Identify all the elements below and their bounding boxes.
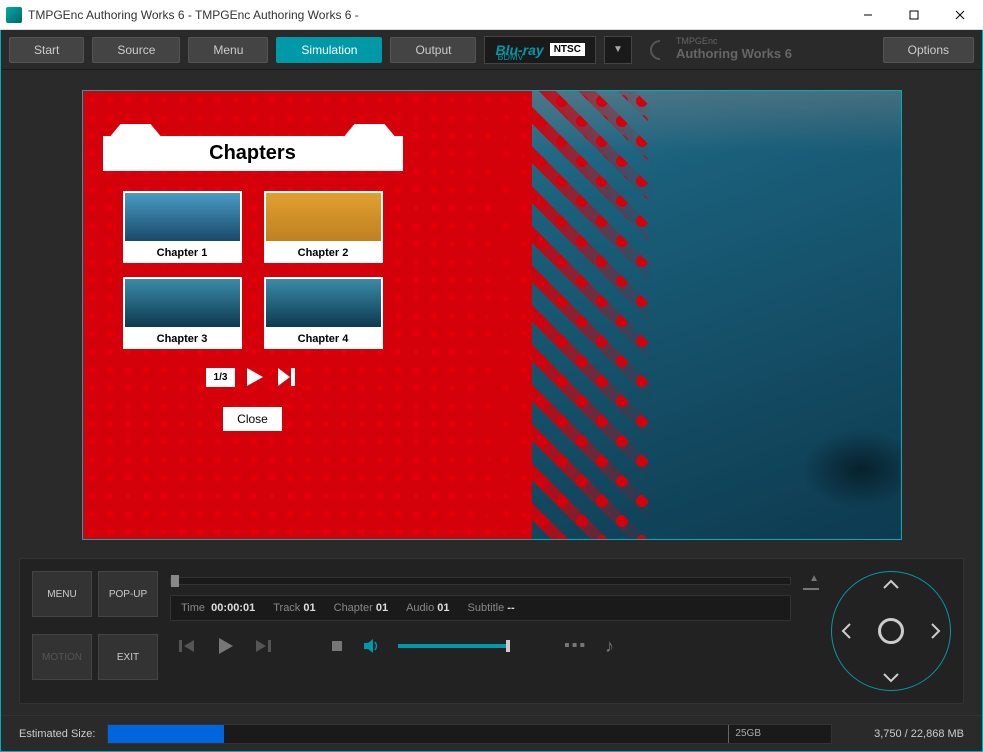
eject-area: ▲	[803, 571, 819, 691]
titlebar: TMPGEnc Authoring Works 6 - TMPGEnc Auth…	[0, 0, 983, 30]
menu-close-button[interactable]: Close	[223, 407, 282, 431]
app-icon	[6, 7, 22, 23]
simulation-button[interactable]: Simulation	[276, 37, 382, 63]
options-button[interactable]: Options	[883, 37, 974, 63]
subtitle-button[interactable]: ▪▪▪	[564, 637, 587, 655]
close-button[interactable]	[937, 0, 983, 30]
main-toolbar: Start Source Menu Simulation Output Blu-…	[1, 30, 982, 70]
seek-bar[interactable]	[170, 577, 791, 585]
chapter-thumb	[123, 277, 242, 329]
size-progress-bar: 25GB	[107, 724, 832, 744]
navigation-dpad	[831, 571, 951, 691]
next-chapter-button[interactable]	[254, 636, 274, 656]
output-button[interactable]: Output	[390, 37, 476, 63]
popup-menu-button[interactable]: POP-UP	[98, 571, 158, 617]
audio-value: 01	[437, 602, 449, 614]
format-indicator: Blu-ray NTSC BDMV	[484, 36, 595, 64]
time-value: 00:00:01	[211, 602, 255, 614]
volume-slider[interactable]	[398, 644, 508, 648]
chapter-thumb	[123, 191, 242, 243]
disc-menu-overlay: Chapters Chapter 1 Chapter 2 Chapter 3	[103, 136, 403, 431]
track-value: 01	[303, 602, 315, 614]
prev-chapter-button[interactable]	[176, 636, 196, 656]
size-text: 3,750 / 22,868 MB	[844, 728, 964, 740]
subtitle-value: --	[507, 602, 514, 614]
window-title: TMPGEnc Authoring Works 6 - TMPGEnc Auth…	[28, 8, 845, 22]
maximize-button[interactable]	[891, 0, 937, 30]
chapter-label: Chapter 4	[264, 329, 383, 349]
chapter-thumb	[264, 277, 383, 329]
source-button[interactable]: Source	[92, 37, 180, 63]
chapter-item-3[interactable]: Chapter 3	[123, 277, 242, 349]
dpad-left[interactable]	[840, 622, 852, 640]
menu-button[interactable]: Menu	[188, 37, 268, 63]
exit-button[interactable]: EXIT	[98, 634, 158, 680]
format-region: NTSC	[550, 43, 585, 56]
chapter-value: 01	[376, 602, 388, 614]
stop-button[interactable]	[330, 639, 344, 653]
dpad-right[interactable]	[930, 622, 942, 640]
simulation-preview[interactable]: Chapters Chapter 1 Chapter 2 Chapter 3	[82, 90, 902, 540]
format-dropdown[interactable]: ▼	[604, 36, 632, 64]
playback-control-panel: MENU POP-UP MOTION EXIT Time 00:00:01 Tr…	[19, 558, 964, 704]
menu-title-bar: Chapters	[103, 136, 403, 171]
menu-title: Chapters	[209, 142, 296, 164]
next-icon[interactable]	[275, 365, 299, 389]
chapter-label: Chapter 1	[123, 243, 242, 263]
chapter-thumb	[264, 191, 383, 243]
brand-icon	[646, 35, 674, 63]
status-bar: Estimated Size: 25GB 3,750 / 22,868 MB	[1, 715, 982, 751]
dpad-down[interactable]	[882, 672, 900, 684]
chapter-item-4[interactable]: Chapter 4	[264, 277, 383, 349]
chapter-label: Chapter 2	[264, 243, 383, 263]
motion-button[interactable]: MOTION	[32, 634, 92, 680]
disc-menu-button[interactable]: MENU	[32, 571, 92, 617]
chapter-item-2[interactable]: Chapter 2	[264, 191, 383, 263]
dpad-up[interactable]	[882, 578, 900, 590]
chapter-label: Chapter 3	[123, 329, 242, 349]
audio-track-button[interactable]: ♪	[605, 636, 614, 657]
chapter-item-1[interactable]: Chapter 1	[123, 191, 242, 263]
menu-pager: 1/3	[206, 368, 236, 387]
minimize-button[interactable]	[845, 0, 891, 30]
eject-icon[interactable]: ▲	[809, 573, 819, 584]
play-icon[interactable]	[243, 365, 267, 389]
playback-info: Time 00:00:01 Track 01 Chapter 01 Audio …	[170, 595, 791, 621]
volume-icon[interactable]	[362, 637, 380, 655]
capacity-marker: 25GB	[728, 725, 761, 743]
format-sub: BDMV	[497, 53, 523, 62]
estimated-size-label: Estimated Size:	[19, 728, 95, 740]
dpad-enter[interactable]	[878, 618, 904, 644]
brand-label: TMPGEnc Authoring Works 6	[640, 37, 875, 61]
play-button[interactable]	[214, 635, 236, 657]
start-button[interactable]: Start	[9, 37, 84, 63]
